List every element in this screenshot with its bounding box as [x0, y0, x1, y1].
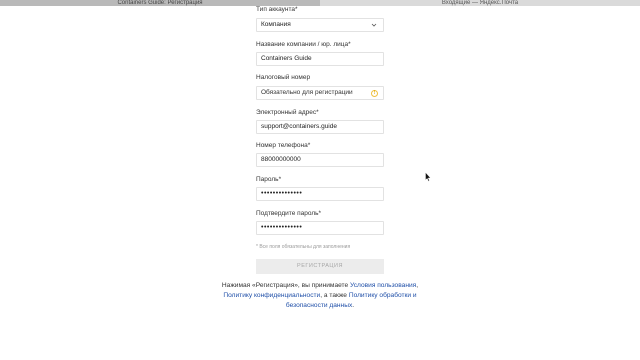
terms-text: Нажимая «Регистрация», вы принимаете Усл… [221, 282, 419, 309]
tax-number-label: Налоговый номер [256, 74, 311, 81]
warning-icon: ! [371, 90, 378, 97]
phone-input[interactable]: 88000000000 [256, 153, 384, 167]
account-type-label: Тип аккаунта* [256, 6, 298, 13]
browser-tab-bar: Containers Guide: Регистрация Входящие —… [0, 0, 640, 6]
password-input[interactable]: •••••••••••••• [256, 187, 384, 201]
privacy-policy-link[interactable]: Политику конфиденциальности [223, 292, 320, 299]
company-name-input[interactable]: Containers Guide [256, 52, 384, 66]
password-confirm-input[interactable]: •••••••••••••• [256, 221, 384, 235]
tab-yandex-mail[interactable]: Входящие — Яндекс.Почта [320, 0, 640, 6]
chevron-down-icon [371, 23, 377, 27]
terms-of-use-link[interactable]: Условия пользования [350, 282, 416, 289]
email-input[interactable]: support@containers.guide [256, 120, 384, 134]
phone-label: Номер телефона* [256, 142, 311, 149]
tax-number-input[interactable]: Обязательно для регистрации ! [256, 86, 384, 100]
register-button[interactable]: РЕГИСТРАЦИЯ [256, 259, 384, 274]
password-confirm-label: Подтвердите пароль* [256, 210, 322, 217]
email-label: Электронный адрес* [256, 109, 319, 116]
required-fields-note: * Все поля обязательны для заполнения [256, 244, 351, 250]
mouse-pointer-icon [425, 172, 431, 182]
company-name-label: Название компании / юр. лица* [256, 41, 351, 48]
account-type-select[interactable]: Компания [256, 18, 384, 32]
password-label: Пароль* [256, 176, 282, 183]
